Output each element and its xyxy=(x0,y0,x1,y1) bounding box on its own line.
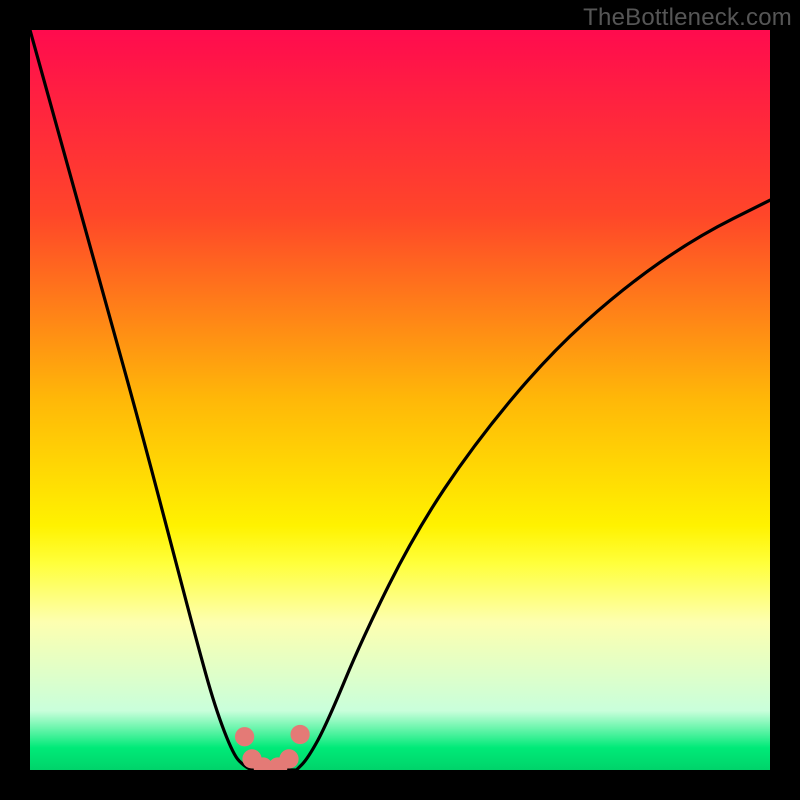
bottleneck-marker xyxy=(235,727,254,746)
gradient-background xyxy=(30,30,770,770)
bottleneck-marker xyxy=(279,749,298,768)
chart-frame: TheBottleneck.com xyxy=(0,0,800,800)
bottleneck-marker xyxy=(290,725,309,744)
chart-svg xyxy=(30,30,770,770)
chart-plot-area xyxy=(30,30,770,770)
watermark-label: TheBottleneck.com xyxy=(583,4,792,32)
